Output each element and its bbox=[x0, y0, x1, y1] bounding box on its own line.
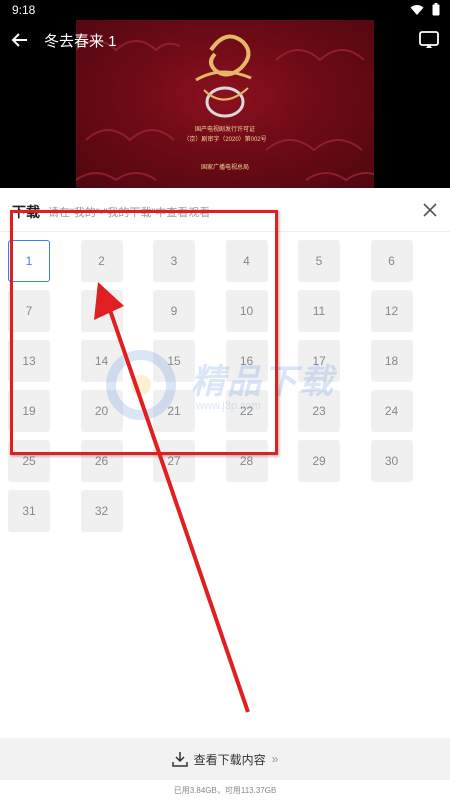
episode-button-11[interactable]: 11 bbox=[298, 290, 340, 332]
episode-button-30[interactable]: 30 bbox=[370, 440, 413, 482]
episode-button-1[interactable]: 1 bbox=[8, 240, 50, 282]
episode-button-27[interactable]: 27 bbox=[153, 440, 195, 482]
episode-button-8[interactable]: 8 bbox=[80, 290, 123, 332]
episode-button-32[interactable]: 32 bbox=[80, 490, 123, 532]
status-icons bbox=[410, 3, 440, 16]
cast-icon bbox=[419, 31, 439, 48]
episode-button-26[interactable]: 26 bbox=[80, 440, 123, 482]
close-icon bbox=[423, 203, 437, 217]
episode-button-19[interactable]: 19 bbox=[8, 390, 50, 432]
video-frame: 国产电视剧发行许可证 （京）剧审字（2020）第002号 国家广播电视总局 bbox=[76, 20, 374, 188]
panel-title: 下载 bbox=[12, 204, 40, 220]
wifi-icon bbox=[410, 4, 424, 15]
status-bar: 9:18 bbox=[0, 0, 450, 20]
episode-button-29[interactable]: 29 bbox=[298, 440, 340, 482]
cast-button[interactable] bbox=[418, 30, 440, 50]
chevron-right-icon: » bbox=[271, 752, 279, 766]
episode-button-12[interactable]: 12 bbox=[370, 290, 413, 332]
license-line-1: 国产电视剧发行许可证 bbox=[194, 127, 255, 133]
episode-button-6[interactable]: 6 bbox=[370, 240, 413, 282]
episode-button-31[interactable]: 31 bbox=[8, 490, 50, 532]
episode-button-25[interactable]: 25 bbox=[8, 440, 50, 482]
episode-button-21[interactable]: 21 bbox=[153, 390, 195, 432]
episode-button-20[interactable]: 20 bbox=[80, 390, 123, 432]
episode-button-2[interactable]: 2 bbox=[80, 240, 123, 282]
episode-button-18[interactable]: 18 bbox=[370, 340, 413, 382]
episode-button-23[interactable]: 23 bbox=[298, 390, 340, 432]
storage-info: 已用3.84GB，可用113.37GB bbox=[173, 786, 277, 795]
episode-button-24[interactable]: 24 bbox=[370, 390, 413, 432]
episode-button-7[interactable]: 7 bbox=[8, 290, 50, 332]
download-icon bbox=[171, 752, 188, 767]
episode-button-28[interactable]: 28 bbox=[225, 440, 268, 482]
arrow-left-icon bbox=[11, 33, 27, 47]
status-time: 9:18 bbox=[12, 3, 36, 17]
episode-button-15[interactable]: 15 bbox=[153, 340, 195, 382]
episode-button-10[interactable]: 10 bbox=[225, 290, 268, 332]
close-button[interactable] bbox=[420, 200, 440, 220]
episode-button-4[interactable]: 4 bbox=[225, 240, 268, 282]
download-panel-header: 下载 请在"我的"-"我的下载"中查看观看 bbox=[0, 188, 450, 232]
episode-button-13[interactable]: 13 bbox=[8, 340, 50, 382]
episode-button-5[interactable]: 5 bbox=[298, 240, 340, 282]
video-player[interactable]: 国产电视剧发行许可证 （京）剧审字（2020）第002号 国家广播电视总局 冬去… bbox=[0, 20, 450, 188]
episode-button-16[interactable]: 16 bbox=[225, 340, 268, 382]
license-line-2: （京）剧审字（2020）第002号 bbox=[183, 137, 267, 143]
episode-button-3[interactable]: 3 bbox=[153, 240, 195, 282]
dragon-emblem bbox=[195, 34, 252, 118]
video-title: 冬去春来 1 bbox=[44, 33, 117, 50]
episode-button-14[interactable]: 14 bbox=[80, 340, 123, 382]
episode-button-17[interactable]: 17 bbox=[298, 340, 340, 382]
license-line-3: 国家广播电视总局 bbox=[200, 165, 249, 171]
back-button[interactable] bbox=[10, 30, 30, 50]
episode-button-22[interactable]: 22 bbox=[225, 390, 268, 432]
view-downloads-label: 查看下载内容 bbox=[193, 752, 266, 767]
panel-hint: 请在"我的"-"我的下载"中查看观看 bbox=[48, 207, 211, 219]
battery-icon bbox=[432, 3, 440, 16]
view-downloads-button[interactable]: 查看下载内容 » bbox=[0, 738, 450, 780]
episode-button-9[interactable]: 9 bbox=[153, 290, 195, 332]
